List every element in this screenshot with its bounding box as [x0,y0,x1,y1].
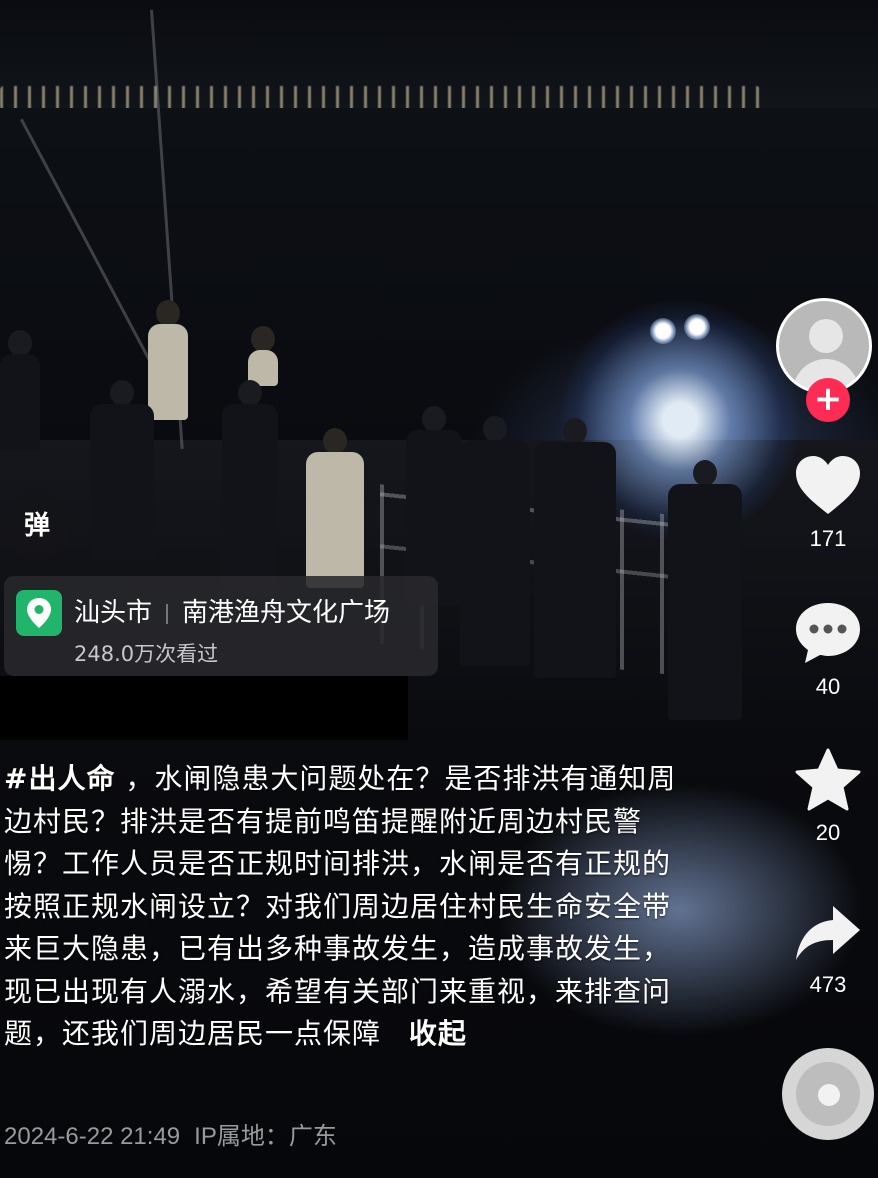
share-button[interactable]: 473 [778,902,878,998]
bystander [534,418,616,678]
star-icon [795,748,861,811]
like-count: 171 [809,526,847,551]
location-pin-icon [16,590,62,636]
bystander [148,300,188,420]
ip-location: IP属地：广东 [194,1123,337,1150]
favorite-button[interactable]: 20 [778,748,878,846]
bystander [306,428,364,588]
location-view-count: 248.0万次看过 [74,642,219,666]
location-place: 南港渔舟文化广场 [182,598,391,628]
bystander [90,380,154,560]
distant-bridge-lights [0,86,760,110]
comment-button[interactable]: 40 [778,600,878,700]
location-divider [166,603,169,624]
bystander [0,330,40,450]
caption-text: ，水闸隐患大问题处在？是否排洪有通知周边村民？排洪是否有提前鸣笛提醒附近周边村民… [4,762,677,1050]
headlight-right [684,314,710,340]
heart-icon [796,456,860,514]
like-button[interactable]: 171 [778,454,878,552]
share-count: 473 [809,972,847,997]
bystander [460,416,530,666]
favorite-count: 20 [815,820,841,845]
post-meta: 2024-6-22 21:49 IP属地：广东 [4,1116,337,1151]
share-arrow-icon [796,906,860,960]
post-datetime: 2024-6-22 21:49 [4,1123,181,1150]
collapse-caption-button[interactable]: 收起 [409,1017,467,1050]
music-disc-icon[interactable] [782,1048,874,1140]
follow-plus-icon[interactable]: + [806,378,850,422]
bystander [222,380,278,590]
hashtag-link[interactable]: #出人命 [4,762,115,795]
headlight-left [650,318,676,344]
comment-count: 40 [815,674,841,699]
danmu-toggle-button[interactable]: 弹 [4,494,70,560]
comment-bubble-icon [796,603,860,663]
video-caption: #出人命 ，水闸隐患大问题处在？是否排洪有通知周边村民？排洪是否有提前鸣笛提醒附… [4,758,694,1056]
bystander [248,326,278,386]
redaction-bar [0,676,408,740]
bystander [668,460,742,720]
location-city: 汕头市 [74,598,153,628]
location-card[interactable]: 汕头市 南港渔舟文化广场 248.0万次看过 [4,576,438,676]
danmu-label: 弹 [23,511,50,541]
